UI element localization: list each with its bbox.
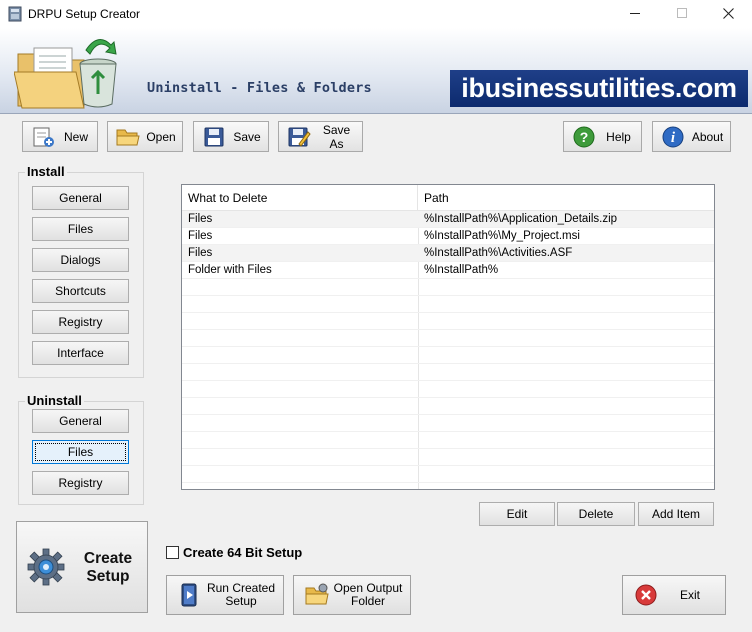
install-nav-dialogs[interactable]: Dialogs: [32, 248, 129, 272]
row-type-cell: Files: [188, 230, 213, 242]
empty-row: [182, 415, 714, 432]
row-path-cell: %InstallPath%\Application_Details.zip: [424, 213, 618, 225]
edit-button[interactable]: Edit: [479, 502, 555, 526]
window-title: DRPU Setup Creator: [28, 7, 141, 21]
minimize-icon: [629, 6, 641, 22]
floppy-disk-icon: [200, 125, 228, 149]
save-as-button-label: Save As: [322, 122, 351, 151]
new-button-label: New: [63, 129, 88, 144]
exit-icon: [633, 581, 659, 609]
open-button[interactable]: Open: [107, 121, 183, 152]
help-icon: ?: [570, 125, 598, 149]
output-folder-icon: [304, 581, 330, 609]
minimize-button[interactable]: [612, 0, 658, 28]
empty-row: [182, 466, 714, 483]
brand-logo-text: ibusinessutilities.com: [450, 70, 748, 107]
install-group-title: Install: [25, 164, 67, 179]
maximize-icon: [676, 6, 688, 22]
page-heading: Uninstall - Files & Folders: [147, 80, 372, 96]
install-nav-registry[interactable]: Registry: [32, 310, 129, 334]
empty-row: [182, 449, 714, 466]
app-window: DRPU Setup Creator Uninstall - Files & F…: [0, 0, 752, 632]
svg-text:?: ?: [580, 129, 589, 145]
info-icon: i: [659, 125, 687, 149]
uninstall-nav-files[interactable]: Files: [32, 440, 129, 464]
column-header-what-to-delete[interactable]: What to Delete: [182, 185, 418, 211]
install-nav-general[interactable]: General: [32, 186, 129, 210]
install-nav-files[interactable]: Files: [32, 217, 129, 241]
row-type-cell: Files: [188, 247, 213, 259]
exit-button-label: Exit: [679, 587, 700, 602]
empty-row: [182, 330, 714, 347]
help-button-label: Help: [606, 129, 631, 144]
run-created-setup-button[interactable]: Run Created Setup: [166, 575, 284, 615]
about-button-label: About: [691, 129, 724, 144]
empty-row: [182, 313, 714, 330]
help-button[interactable]: ? Help: [563, 121, 642, 152]
row-type-cell: Folder with Files: [188, 264, 272, 276]
uninstall-nav-general[interactable]: General: [32, 409, 129, 433]
folder-icon: [114, 125, 142, 149]
open-output-folder-label: Open Output Folder: [333, 581, 403, 608]
gear-icon: [27, 548, 65, 586]
save-button-label: Save: [233, 129, 261, 144]
table-row[interactable]: Files %InstallPath%\Application_Details.…: [182, 211, 714, 228]
run-created-setup-label: Run Created Setup: [206, 581, 276, 608]
close-icon: [722, 6, 734, 22]
uninstall-nav-registry[interactable]: Registry: [32, 471, 129, 495]
save-as-icon: [285, 125, 313, 149]
install-nav-shortcuts[interactable]: Shortcuts: [32, 279, 129, 303]
delete-button[interactable]: Delete: [557, 502, 635, 526]
save-as-button[interactable]: Save As: [278, 121, 363, 152]
empty-row: [182, 347, 714, 364]
close-button[interactable]: [705, 0, 751, 28]
empty-row: [182, 432, 714, 449]
about-button[interactable]: i About: [652, 121, 731, 152]
create-64bit-label: Create 64 Bit Setup: [183, 545, 303, 560]
create-setup-button[interactable]: Create Setup: [16, 521, 148, 613]
create-64bit-option[interactable]: Create 64 Bit Setup: [166, 545, 302, 560]
empty-row: [182, 381, 714, 398]
maximize-button[interactable]: [659, 0, 705, 28]
open-output-folder-button[interactable]: Open Output Folder: [293, 575, 411, 615]
delete-items-table[interactable]: What to Delete Path Files %InstallPath%\…: [181, 184, 715, 490]
create-64bit-checkbox[interactable]: [166, 546, 179, 559]
uninstall-group-title: Uninstall: [25, 393, 84, 408]
title-bar: DRPU Setup Creator: [0, 0, 752, 28]
open-button-label: Open: [146, 129, 176, 144]
table-row[interactable]: Files %InstallPath%\Activities.ASF: [182, 245, 714, 262]
row-path-cell: %InstallPath%\Activities.ASF: [424, 247, 573, 259]
table-row[interactable]: Files %InstallPath%\My_Project.msi: [182, 228, 714, 245]
run-setup-icon: [177, 581, 203, 609]
add-item-button[interactable]: Add Item: [638, 502, 714, 526]
folder-recycle-bin-icon: [13, 34, 122, 112]
row-path-cell: %InstallPath%\My_Project.msi: [424, 230, 580, 242]
new-document-icon: [29, 125, 57, 149]
save-button[interactable]: Save: [193, 121, 269, 152]
exit-button[interactable]: Exit: [622, 575, 726, 615]
empty-row: [182, 364, 714, 381]
empty-row: [182, 279, 714, 296]
empty-row: [182, 296, 714, 313]
table-row[interactable]: Folder with Files %InstallPath%: [182, 262, 714, 279]
table-header: What to Delete Path: [182, 185, 714, 211]
row-path-cell: %InstallPath%: [424, 264, 499, 276]
column-header-path[interactable]: Path: [418, 185, 714, 211]
row-type-cell: Files: [188, 213, 213, 225]
empty-row: [182, 398, 714, 415]
create-setup-label: Create Setup: [83, 550, 133, 585]
app-icon: [8, 6, 22, 22]
install-nav-interface[interactable]: Interface: [32, 341, 129, 365]
new-button[interactable]: New: [22, 121, 98, 152]
